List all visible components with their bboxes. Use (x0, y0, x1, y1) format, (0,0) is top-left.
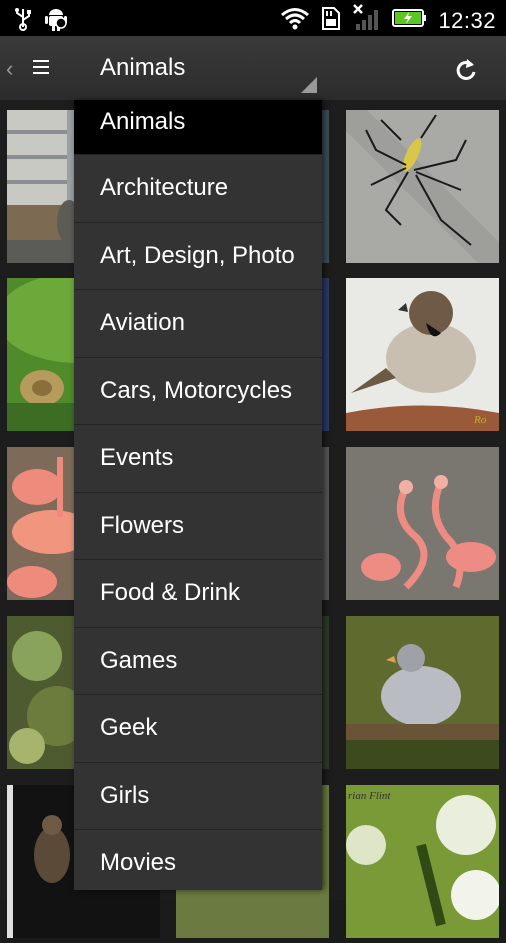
action-bar: ‹ Animals (0, 36, 506, 101)
battery-charging-icon (392, 7, 428, 34)
dropdown-item-architecture[interactable]: Architecture (74, 155, 322, 223)
dropdown-item-games[interactable]: Games (74, 628, 322, 695)
spider-photo[interactable] (335, 99, 506, 274)
dropdown-item-cars-motorcycles[interactable]: Cars, Motorcycles (74, 358, 322, 425)
sparrow-photo[interactable]: Ro (346, 278, 499, 431)
dropdown-item-flowers[interactable]: Flowers (74, 493, 322, 560)
menu-icon[interactable] (33, 60, 49, 74)
svg-text:rian Flint: rian Flint (348, 790, 391, 802)
no-signal-icon (352, 4, 382, 37)
dropdown-item-food-drink[interactable]: Food & Drink (74, 560, 322, 628)
svg-text:Ro: Ro (473, 414, 487, 426)
status-bar: 12:32 (0, 0, 506, 36)
flamingos-water-photo[interactable] (346, 447, 499, 600)
dropdown-item-movies[interactable]: Movies (74, 830, 322, 890)
page-title[interactable]: Animals (100, 54, 185, 82)
dropdown-item-aviation[interactable]: Aviation (74, 290, 322, 358)
refresh-icon[interactable] (452, 56, 480, 84)
dropdown-item-events[interactable]: Events (74, 425, 322, 493)
dropdown-item-girls[interactable]: Girls (74, 763, 322, 830)
clock: 12:32 (438, 7, 496, 33)
dropdown-item-animals[interactable]: Animals (74, 100, 322, 155)
back-chevron-icon[interactable]: ‹ (6, 56, 13, 82)
dropdown-item-geek[interactable]: Geek (74, 695, 322, 763)
grasshopper-flowers-photo[interactable]: rian Flint (346, 785, 501, 938)
android-debug-icon (44, 6, 68, 37)
dropdown-item-art-design-photo[interactable]: Art, Design, Photo (74, 223, 322, 290)
dropdown-indicator-icon[interactable] (301, 77, 317, 93)
sd-card-icon (320, 5, 342, 36)
category-dropdown: Animals Architecture Art, Design, Photo … (74, 100, 322, 890)
pigeon-photo[interactable] (346, 616, 499, 769)
wifi-icon (280, 6, 310, 35)
usb-icon (12, 7, 34, 36)
